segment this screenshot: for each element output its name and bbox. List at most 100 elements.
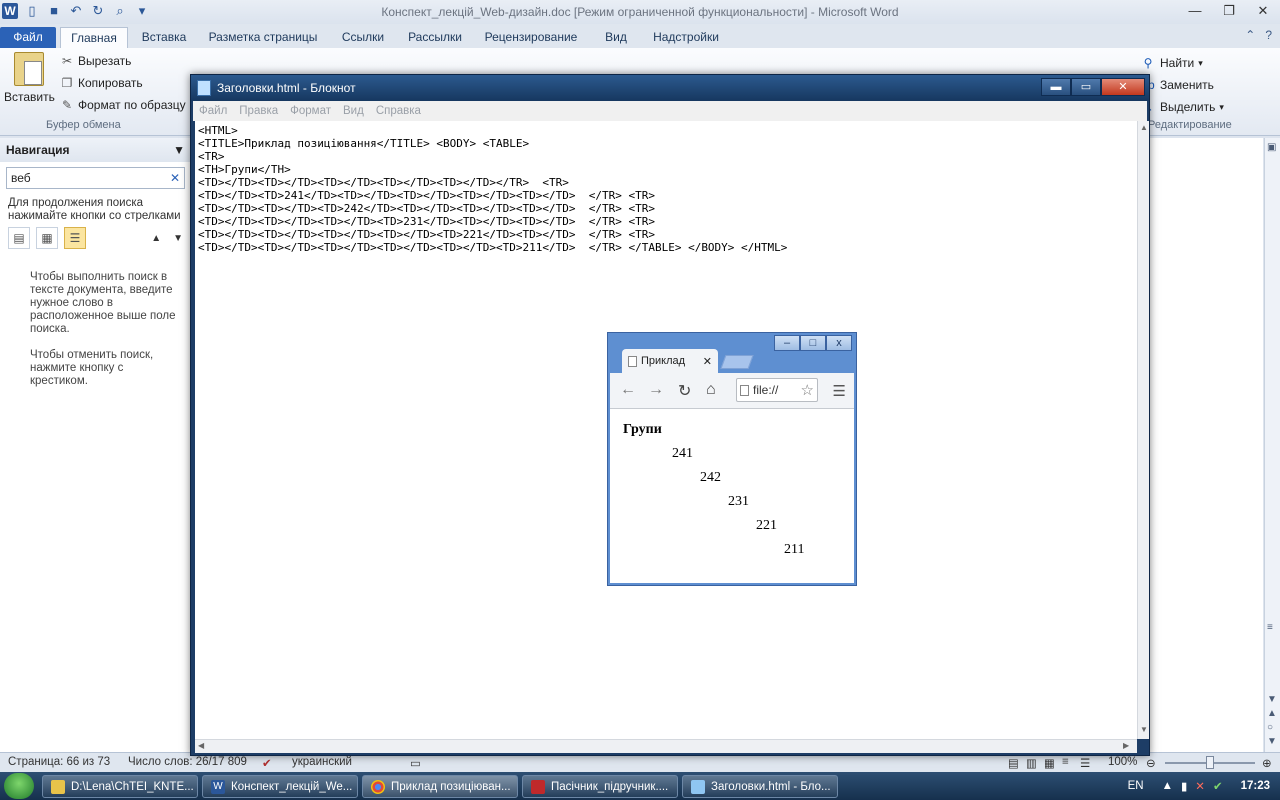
minimize-ribbon-icon[interactable]: ⌃ [1245,28,1255,42]
taskbar-item-word[interactable]: W Конспект_лекцій_We... [202,775,358,798]
cut-button[interactable]: ✂ Вырезать [60,52,131,70]
menu-format[interactable]: Формат [290,101,331,121]
editing-group-label: Редактирование [1148,119,1232,131]
table-cell: 221 [756,518,777,533]
format-painter-button[interactable]: ✎ Формат по образцу [60,96,186,114]
word-vertical-scrollbar[interactable]: ▣ ≡ ▼ ▲ ○ ▼ [1264,138,1280,752]
language-indicator[interactable]: EN [1128,780,1144,792]
minimize-icon[interactable]: – [774,335,800,351]
paste-button[interactable]: Вставить [4,52,55,118]
results-view-icon[interactable]: ☰ [64,227,86,249]
spelling-check-icon[interactable]: ✔ [262,756,272,770]
tab-home[interactable]: Главная [60,27,128,48]
tab-addins[interactable]: Надстройки [646,27,726,48]
browser-window-controls: – □ x [774,335,852,351]
clear-search-icon[interactable]: ✕ [170,171,180,185]
new-tab-button[interactable] [720,355,754,369]
menu-edit[interactable]: Правка [239,101,278,121]
table-cell: 241 [672,446,693,461]
macro-icon[interactable]: ▭ [410,756,421,770]
pages-view-icon[interactable]: ▦ [36,227,58,249]
browser-menu-icon[interactable]: ☰ [833,382,846,400]
browse-object-icon[interactable]: ○ [1267,722,1273,733]
ribbon-tabs: Файл Главная Вставка Разметка страницы С… [0,24,1280,48]
taskbar-item-label: Заголовки.html - Бло... [711,780,831,793]
taskbar-item-chrome[interactable]: Приклад позиціюван... [362,775,518,798]
full-screen-icon[interactable]: ▥ [1026,756,1037,770]
taskbar-item-pdf[interactable]: Пасічник_підручник.... [522,775,678,798]
maximize-icon[interactable]: ▭ [1071,78,1101,96]
find-button[interactable]: ⚲ Найти ▾ [1140,52,1224,74]
headings-view-icon[interactable]: ▤ [8,227,30,249]
notepad-horizontal-scrollbar[interactable]: ◀ ▶ [195,739,1137,753]
bookmark-star-icon[interactable]: ☆ [801,381,814,399]
tab-file[interactable]: Файл [0,27,56,48]
taskbar-item-notepad[interactable]: Заголовки.html - Бло... [682,775,838,798]
browser-tab[interactable]: Приклад ✕ [622,349,718,373]
draft-icon[interactable]: ☰ [1080,756,1090,770]
close-icon[interactable]: x [826,335,852,351]
scroll-up-icon[interactable]: ▲ [1140,123,1148,132]
minimize-icon[interactable]: ▬ [1041,78,1071,96]
word-window-title: Конспект_лекцій_Web-дизайн.doc [Режим ог… [381,5,899,19]
next-result-icon[interactable]: ▼ [173,233,183,244]
tab-insert[interactable]: Вставка [136,27,192,48]
scroll-thumb-icon[interactable]: ≡ [1267,622,1273,633]
zoom-out-icon[interactable]: ⊖ [1146,756,1156,770]
word-count[interactable]: Число слов: 26/17 809 [128,756,247,768]
menu-file[interactable]: Файл [199,101,227,121]
replace-button[interactable]: ab Заменить [1140,74,1224,96]
help-icon[interactable]: ? [1265,28,1272,42]
forward-icon[interactable]: → [648,381,664,399]
signal-icon[interactable]: ▮ [1181,779,1187,793]
tab-mailings[interactable]: Рассылки [402,27,468,48]
brush-icon: ✎ [61,98,73,112]
close-tab-icon[interactable]: ✕ [703,355,712,368]
tray-arrow-icon[interactable]: ▲ [1162,780,1173,792]
clock[interactable]: 17:23 [1241,780,1270,792]
zoom-slider-thumb[interactable] [1206,756,1214,769]
tab-references[interactable]: Ссылки [334,27,392,48]
zoom-level[interactable]: 100% [1108,756,1137,768]
copy-button[interactable]: ❐ Копировать [60,74,143,92]
restore-icon[interactable]: ❐ [1218,2,1240,20]
scroll-right-icon[interactable]: ▶ [1123,741,1129,750]
pane-options-icon[interactable]: ▼ [173,143,185,157]
notepad-title-bar[interactable]: Заголовки.html - Блокнот ▬ ▭ ✕ [191,75,1149,101]
home-icon[interactable]: ⌂ [706,381,716,399]
menu-help[interactable]: Справка [376,101,421,121]
start-button[interactable] [4,773,34,799]
scroll-down-icon[interactable]: ▼ [1140,725,1148,734]
outline-icon[interactable]: ≡ [1062,756,1069,768]
select-button[interactable]: ↖ Выделить▾ [1140,96,1224,118]
scroll-left-icon[interactable]: ◀ [198,741,204,750]
zoom-in-icon[interactable]: ⊕ [1262,756,1272,770]
web-layout-icon[interactable]: ▦ [1044,756,1055,770]
taskbar-item-explorer[interactable]: D:\Lena\ChTEI_KNTE... [42,775,198,798]
page-icon [628,355,637,367]
page-counter[interactable]: Страница: 66 из 73 [8,756,110,768]
next-page-icon[interactable]: ▼ [1267,736,1277,747]
folder-icon [51,779,65,794]
back-icon[interactable]: ← [620,381,636,399]
tab-page-layout[interactable]: Разметка страницы [202,27,324,48]
maximize-icon[interactable]: □ [800,335,826,351]
language-indicator[interactable]: украинский [292,756,352,768]
previous-page-icon[interactable]: ▲ [1267,708,1277,719]
ruler-toggle-icon[interactable]: ▣ [1267,142,1276,153]
close-icon[interactable]: ✕ [1101,78,1145,96]
print-layout-icon[interactable]: ▤ [1008,756,1019,770]
scroll-down-icon[interactable]: ▼ [1267,694,1277,705]
navigation-search-input[interactable]: веб ✕ [6,167,185,189]
reload-icon[interactable]: ↻ [678,381,691,401]
minimize-icon[interactable]: — [1184,2,1206,20]
network-warning-icon[interactable]: ✕ [1195,779,1205,793]
menu-view[interactable]: Вид [343,101,364,121]
previous-result-icon[interactable]: ▲ [151,233,161,244]
tab-review[interactable]: Рецензирование [478,27,584,48]
security-icon[interactable]: ✔ [1213,779,1223,793]
notepad-vertical-scrollbar[interactable]: ▲ ▼ [1137,121,1149,739]
close-icon[interactable]: ✕ [1252,2,1274,20]
tab-view[interactable]: Вид [596,27,636,48]
address-bar[interactable]: file:// ☆ [736,378,818,402]
